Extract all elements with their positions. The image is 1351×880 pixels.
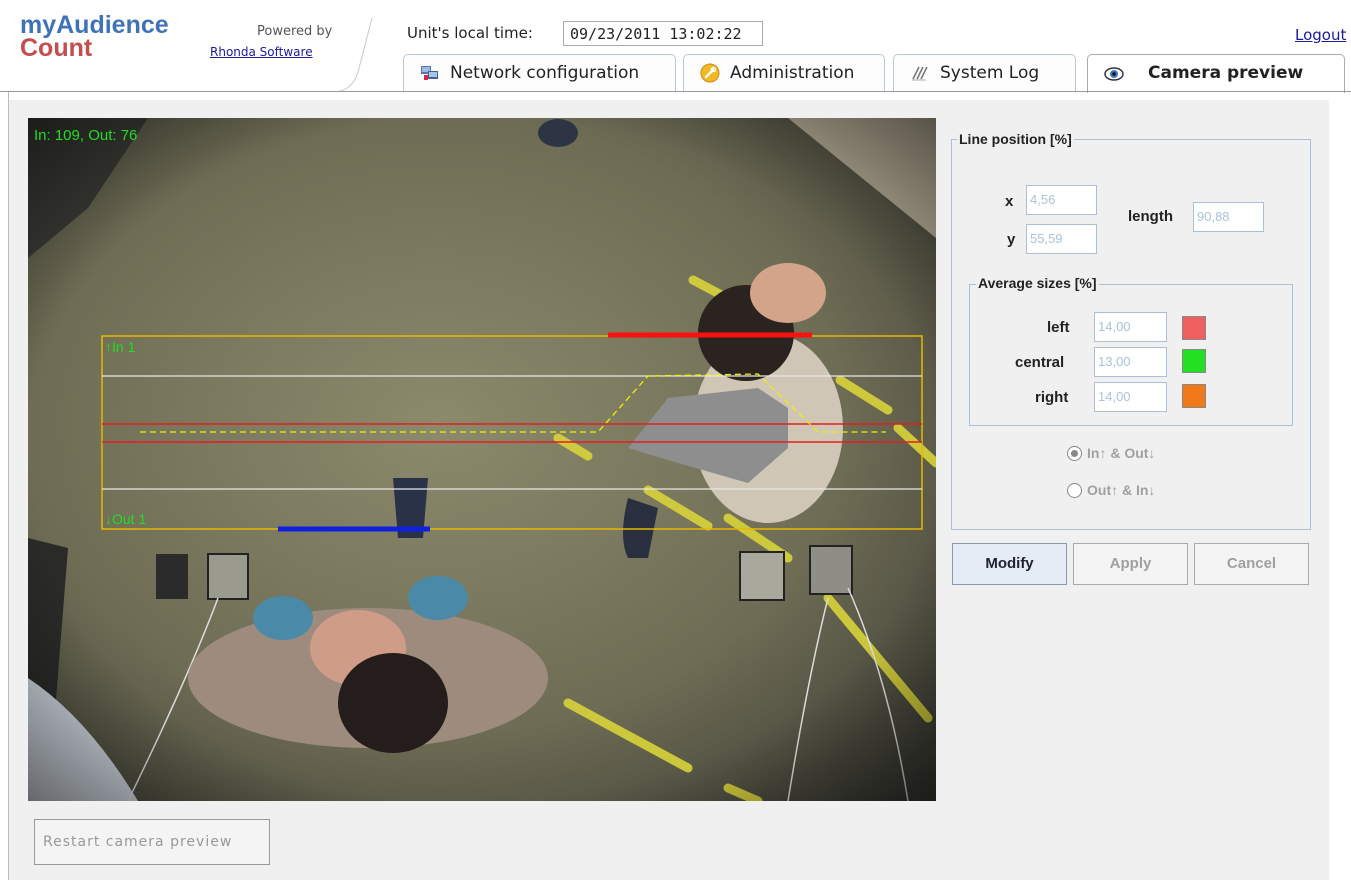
size-left-input[interactable]: 14,00 <box>1094 312 1167 342</box>
camera-frame <box>28 118 936 801</box>
direction-radio-out-in-label: Out↑ & In↓ <box>1087 482 1156 498</box>
size-central-input[interactable]: 13,00 <box>1094 347 1167 377</box>
out-line-label: ↓Out 1 <box>105 511 147 527</box>
logout-link[interactable]: Logout <box>1295 26 1346 44</box>
tab-label: Administration <box>730 63 855 83</box>
left-border <box>0 92 9 880</box>
header: myAudience Count Powered by Rhonda Softw… <box>0 0 1351 93</box>
direction-radio-in-out-label: In↑ & Out↓ <box>1087 445 1156 461</box>
size-left-label: left <box>1047 319 1070 336</box>
brand-area: myAudience Count Powered by Rhonda Softw… <box>0 0 373 92</box>
local-time-label: Unit's local time: <box>407 24 533 42</box>
x-input[interactable]: 4,56 <box>1026 185 1097 215</box>
header-divider <box>0 91 1351 92</box>
restart-preview-button[interactable]: Restart camera preview <box>34 819 270 865</box>
vendor-link[interactable]: Rhonda Software <box>210 45 313 59</box>
log-icon <box>912 66 928 81</box>
tab-system-log[interactable]: System Log <box>893 54 1076 91</box>
size-left-color[interactable] <box>1182 316 1206 340</box>
length-label: length <box>1128 208 1173 225</box>
tab-label: System Log <box>940 63 1040 83</box>
size-right-label: right <box>1035 389 1069 406</box>
direction-radio-out-in[interactable] <box>1067 483 1082 498</box>
size-central-label: central <box>1015 354 1065 371</box>
size-right-input[interactable]: 14,00 <box>1094 382 1167 412</box>
counter-overlay: In: 109, Out: 76 <box>34 127 138 144</box>
line-position-legend: Line position [%] <box>957 131 1074 147</box>
direction-radio-in-out[interactable] <box>1067 446 1082 461</box>
y-input[interactable]: 55,59 <box>1026 224 1097 254</box>
tab-camera-preview[interactable]: Camera preview <box>1087 54 1345 93</box>
eye-icon <box>1104 67 1124 81</box>
powered-by-text: Powered by <box>257 24 333 39</box>
camera-video[interactable]: In: 109, Out: 76 ↑In 1 ↓Out 1 <box>28 118 936 801</box>
size-right-color[interactable] <box>1182 384 1206 408</box>
tab-administration[interactable]: Administration <box>683 54 885 91</box>
tab-label: Camera preview <box>1148 63 1304 83</box>
wrench-icon <box>700 63 720 83</box>
logo-line2: Count <box>20 34 93 62</box>
cancel-button[interactable]: Cancel <box>1194 543 1309 585</box>
length-input[interactable]: 90,88 <box>1193 202 1264 232</box>
average-sizes-legend: Average sizes [%] <box>976 275 1099 291</box>
size-central-color[interactable] <box>1182 349 1206 373</box>
network-icon <box>421 66 438 80</box>
in-line-label: ↑In 1 <box>105 339 136 355</box>
apply-button[interactable]: Apply <box>1073 543 1188 585</box>
tab-network-configuration[interactable]: Network configuration <box>403 54 676 91</box>
x-label: x <box>1005 193 1014 210</box>
tab-label: Network configuration <box>450 63 640 83</box>
y-label: y <box>1007 231 1016 248</box>
local-time-value: 09/23/2011 13:02:22 <box>563 21 763 46</box>
modify-button[interactable]: Modify <box>952 543 1067 585</box>
